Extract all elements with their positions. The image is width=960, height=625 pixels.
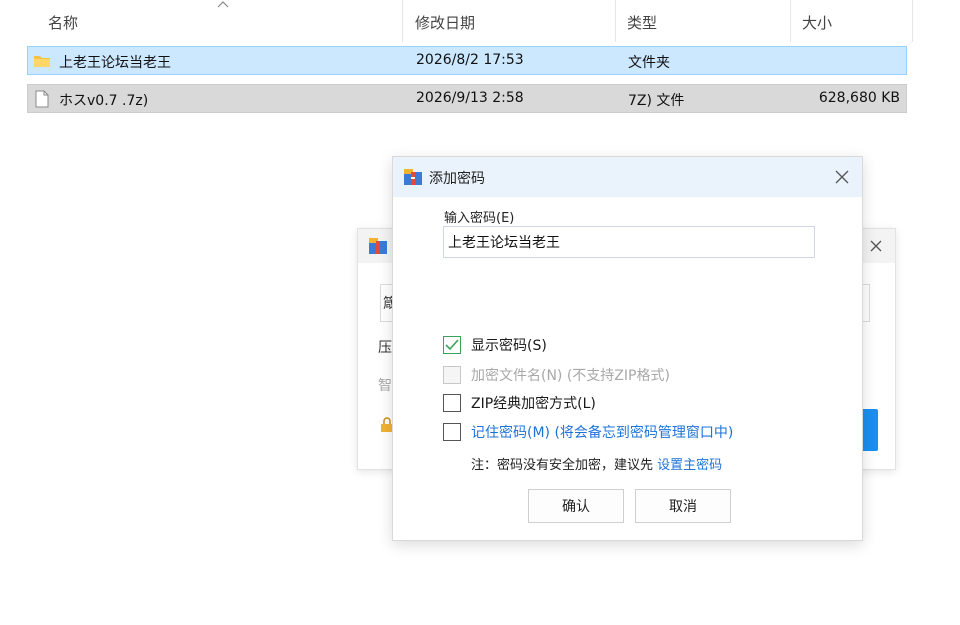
column-divider[interactable] — [912, 0, 913, 42]
set-master-password-link[interactable]: 设置主密码 — [657, 458, 722, 473]
file-size: 628,680 KB — [818, 90, 900, 106]
encrypt-filenames-label: 加密文件名(N) (不支持ZIP格式) — [471, 368, 670, 384]
file-row-archive[interactable]: ホスv0.7 .7z) 2026/9/13 2:58 7Z) 文件 628,68… — [27, 84, 907, 113]
column-header-type[interactable]: 类型 — [627, 12, 657, 33]
remember-password-checkbox[interactable] — [443, 423, 461, 441]
file-row-folder[interactable]: 上老王论坛当老王 2026/8/2 17:53 文件夹 — [27, 46, 907, 75]
folder-icon — [34, 56, 50, 67]
security-note: 注：密码没有安全加密，建议先 设置主密码 — [471, 454, 722, 473]
encrypt-filenames-checkbox — [443, 366, 461, 384]
password-input[interactable] — [443, 226, 815, 258]
column-header-bar: 名称 修改日期 类型 大小 — [0, 0, 915, 42]
encrypt-filenames-option: 加密文件名(N) (不支持ZIP格式) — [443, 364, 670, 386]
file-modified: 2026/8/2 17:53 — [416, 52, 524, 68]
close-icon — [835, 170, 849, 184]
column-divider[interactable] — [402, 0, 403, 42]
file-modified: 2026/9/13 2:58 — [416, 90, 524, 106]
archive-app-icon — [369, 238, 387, 254]
column-divider[interactable] — [615, 0, 616, 42]
background-text: 智 — [378, 378, 392, 394]
zip-classic-label: ZIP经典加密方式(L) — [471, 396, 596, 412]
remember-password-label[interactable]: 记住密码(M) (将会备忘到密码管理窗口中) — [471, 422, 733, 442]
password-label: 输入密码(E) — [444, 211, 515, 226]
confirm-button[interactable]: 确认 — [528, 489, 624, 523]
column-header-name[interactable]: 名称 — [48, 12, 78, 33]
file-type: 7Z) 文件 — [628, 93, 685, 109]
sort-ascending-icon — [217, 1, 229, 8]
close-icon[interactable] — [868, 238, 884, 254]
column-header-size[interactable]: 大小 — [802, 12, 832, 33]
show-password-checkbox[interactable] — [443, 336, 461, 354]
zip-classic-checkbox[interactable] — [443, 394, 461, 412]
column-divider[interactable] — [790, 0, 791, 42]
dialog-close-button[interactable] — [822, 157, 862, 197]
file-icon — [35, 90, 49, 108]
background-text: 压 — [378, 340, 392, 356]
file-name: ホスv0.7 .7z) — [59, 93, 149, 109]
archive-app-icon — [404, 169, 422, 185]
show-password-label: 显示密码(S) — [471, 338, 547, 354]
security-note-text: 注：密码没有安全加密，建议先 — [471, 458, 658, 473]
show-password-option[interactable]: 显示密码(S) — [443, 334, 547, 356]
zip-classic-option[interactable]: ZIP经典加密方式(L) — [443, 392, 596, 414]
add-password-dialog: 添加密码 输入密码(E) 显示密码(S) 加密文件名(N) (不支持ZIP格式)… — [392, 156, 863, 541]
file-type: 文件夹 — [628, 55, 670, 71]
dialog-title: 添加密码 — [429, 171, 485, 187]
checkmark-icon — [445, 339, 459, 351]
column-header-modified[interactable]: 修改日期 — [415, 12, 475, 33]
remember-password-option[interactable]: 记住密码(M) (将会备忘到密码管理窗口中) — [443, 421, 733, 443]
dialog-titlebar: 添加密码 — [393, 157, 862, 197]
cancel-button[interactable]: 取消 — [635, 489, 731, 523]
file-name: 上老王论坛当老王 — [59, 55, 171, 71]
